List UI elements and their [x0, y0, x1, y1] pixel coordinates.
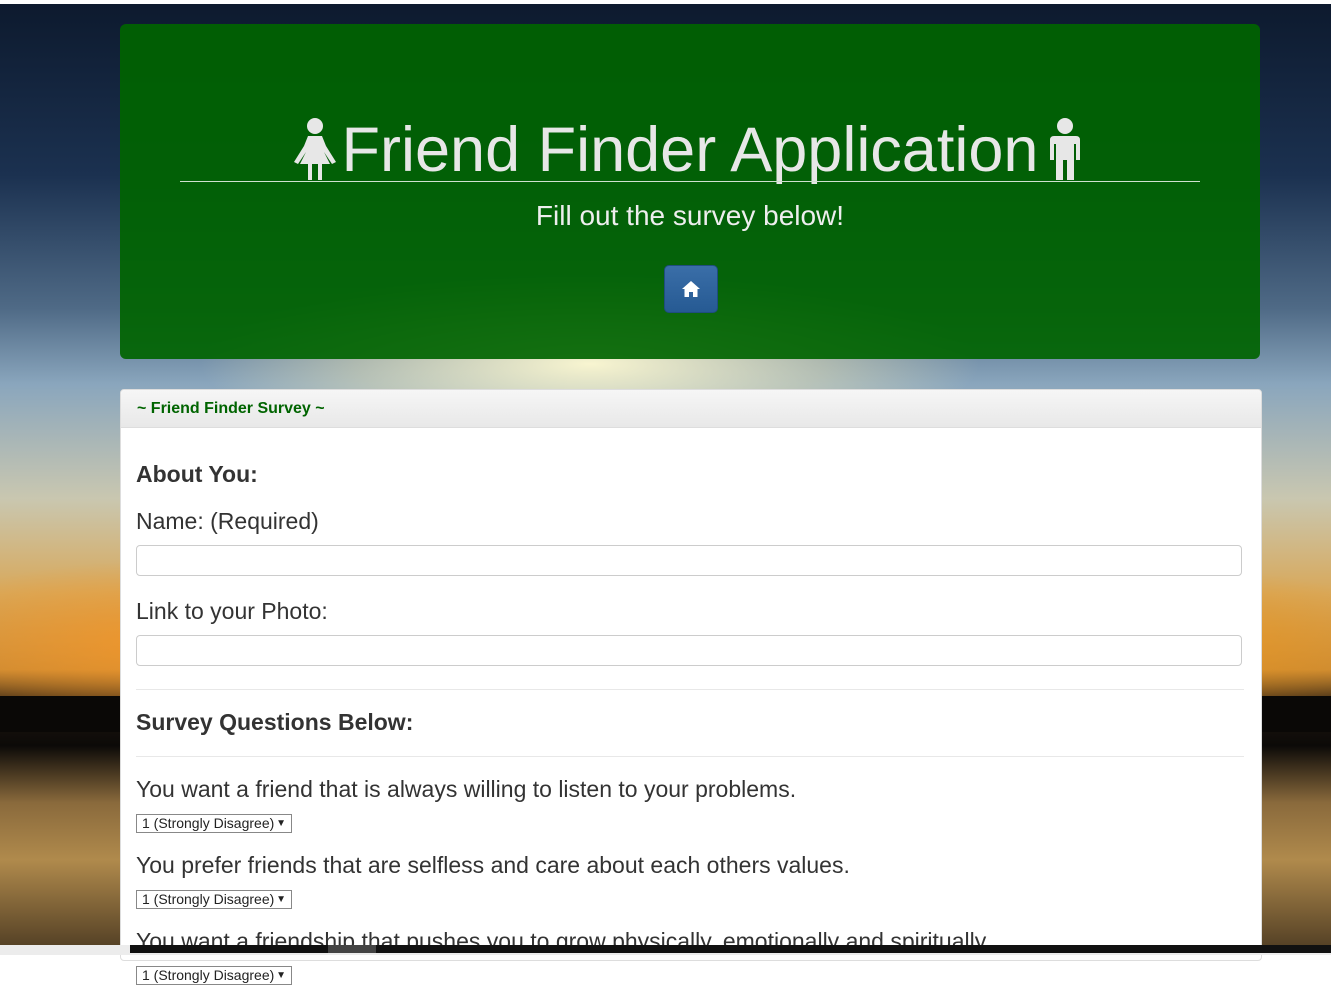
page-title: Friend Finder Application [120, 112, 1260, 188]
name-label: Name: (Required) [136, 508, 319, 534]
question-3-select[interactable]: 1 (Strongly Disagree) ▼ [136, 966, 292, 985]
panel-heading: ~ Friend Finder Survey ~ [121, 390, 1261, 428]
female-icon [292, 118, 338, 182]
question-2-select[interactable]: 1 (Strongly Disagree) ▼ [136, 890, 292, 909]
section-divider [136, 689, 1244, 690]
survey-panel: ~ Friend Finder Survey ~ About You: Name… [120, 389, 1262, 985]
questions-heading: Survey Questions Below: [136, 709, 414, 735]
question-text: You prefer friends that are selfless and… [136, 852, 850, 878]
scrollbar-track[interactable] [130, 945, 1331, 953]
photo-label: Link to your Photo: [136, 598, 328, 624]
home-icon [682, 281, 700, 297]
select-value: 1 (Strongly Disagree) [142, 815, 275, 831]
photo-link-input[interactable] [136, 635, 1242, 666]
dropdown-arrow-icon: ▼ [276, 970, 286, 981]
about-heading: About You: [136, 461, 258, 487]
name-input[interactable] [136, 545, 1242, 576]
section-divider [136, 756, 1244, 757]
header-divider [180, 181, 1200, 182]
dropdown-arrow-icon: ▼ [276, 818, 286, 829]
title-text: Friend Finder Application [341, 115, 1039, 185]
dropdown-arrow-icon: ▼ [276, 894, 286, 905]
male-icon [1042, 118, 1088, 182]
select-value: 1 (Strongly Disagree) [142, 967, 275, 983]
question-1-select[interactable]: 1 (Strongly Disagree) ▼ [136, 814, 292, 833]
question-text: You want a friend that is always willing… [136, 776, 797, 802]
header-jumbotron: Friend Finder Application Fill out the s… [120, 24, 1260, 359]
horizontal-scrollbar[interactable] [0, 945, 1331, 955]
home-button[interactable] [664, 265, 718, 313]
page-subtitle: Fill out the survey below! [535, 200, 845, 231]
select-value: 1 (Strongly Disagree) [142, 891, 275, 907]
scrollbar-thumb[interactable] [328, 945, 376, 953]
